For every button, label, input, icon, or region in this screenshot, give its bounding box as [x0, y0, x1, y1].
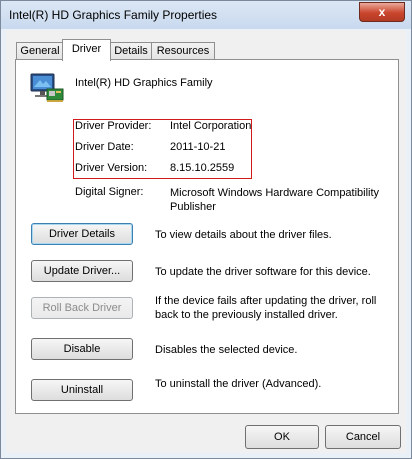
driver-details-description: To view details about the driver files. — [155, 229, 332, 241]
close-icon: x — [378, 5, 386, 19]
uninstall-button[interactable]: Uninstall — [31, 379, 133, 401]
roll-back-driver-description: If the device fails after updating the d… — [155, 295, 377, 321]
driver-details-button[interactable]: Driver Details — [31, 223, 133, 245]
digital-signer-label: Digital Signer: — [75, 186, 144, 198]
disable-description: Disables the selected device. — [155, 344, 298, 356]
driver-provider-label: Driver Provider: — [75, 120, 152, 132]
cancel-button[interactable]: Cancel — [325, 425, 401, 449]
disable-button[interactable]: Disable — [31, 338, 133, 360]
driver-date-value: 2011-10-21 — [170, 141, 226, 153]
driver-version-value: 8.15.10.2559 — [170, 162, 235, 174]
properties-window: Intel(R) HD Graphics Family Properties x… — [0, 0, 412, 459]
close-button[interactable]: x — [359, 2, 405, 22]
roll-back-driver-button[interactable]: Roll Back Driver — [31, 297, 133, 319]
driver-tab-panel: Intel(R) HD Graphics Family Driver Provi… — [15, 59, 399, 414]
update-driver-button[interactable]: Update Driver... — [31, 260, 133, 282]
update-driver-description: To update the driver software for this d… — [155, 266, 371, 278]
driver-date-label: Driver Date: — [75, 141, 134, 153]
tab-resources[interactable]: Resources — [151, 42, 215, 60]
tab-general[interactable]: General — [16, 42, 64, 60]
driver-provider-value: Intel Corporation — [170, 120, 252, 132]
digital-signer-value: Microsoft Windows Hardware Compatibility… — [170, 187, 380, 213]
title-bar[interactable]: Intel(R) HD Graphics Family Properties x — [1, 1, 411, 29]
dialog-client-area: General Driver Details Resources Intel(R… — [6, 30, 406, 453]
driver-version-label: Driver Version: — [75, 162, 148, 174]
ok-button[interactable]: OK — [245, 425, 319, 449]
device-name: Intel(R) HD Graphics Family — [75, 77, 213, 89]
tab-details[interactable]: Details — [109, 42, 153, 60]
window-title: Intel(R) HD Graphics Family Properties — [9, 8, 218, 22]
tab-driver[interactable]: Driver — [62, 39, 111, 61]
uninstall-description: To uninstall the driver (Advanced). — [155, 378, 322, 390]
display-adapter-icon — [30, 73, 64, 102]
